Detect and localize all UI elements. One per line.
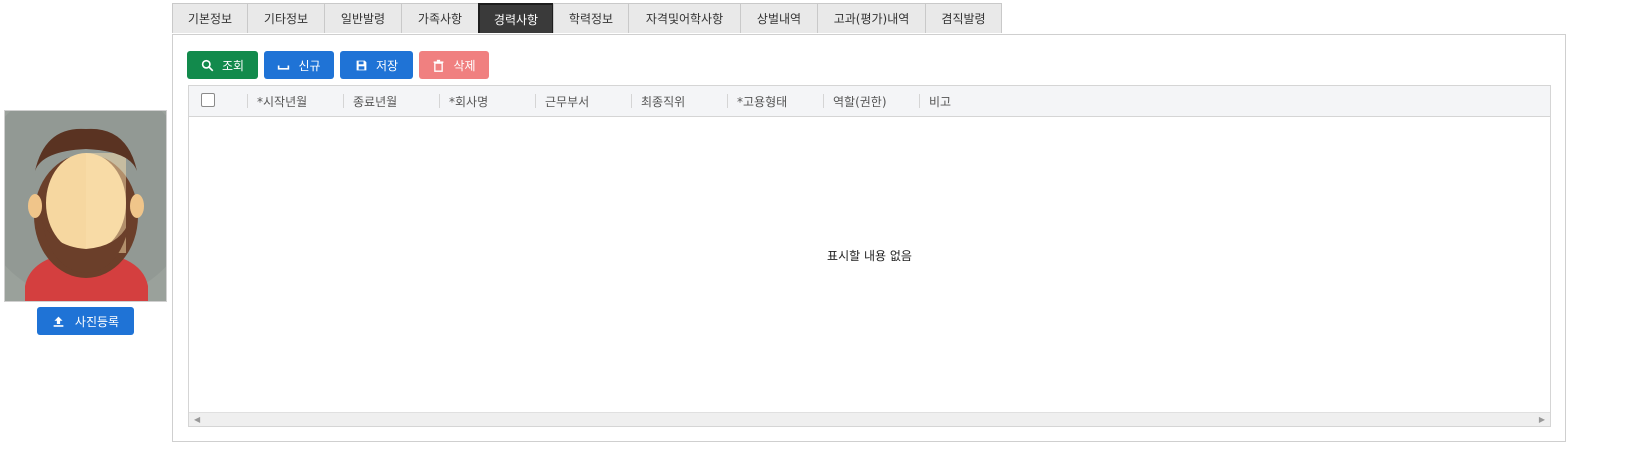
column-header[interactable]: 종료년월: [343, 86, 439, 116]
tab-family[interactable]: 가족사항: [401, 3, 479, 33]
space-bar-icon: [278, 65, 290, 70]
empty-message: 표시할 내용 없음: [827, 249, 912, 263]
column-header[interactable]: *시작년월: [247, 86, 343, 116]
upload-icon: [53, 316, 64, 327]
career-grid: *시작년월 종료년월 *회사명 근무부서 최종직위 *고용형태 역할(권한) 비…: [188, 85, 1551, 427]
new-button-label: 신규: [298, 58, 321, 73]
tab-rewards-penalties[interactable]: 상벌내역: [740, 3, 818, 33]
profile-photo: [4, 110, 167, 302]
tab-other-info[interactable]: 기타정보: [247, 3, 325, 33]
trash-icon: [434, 59, 444, 72]
save-button[interactable]: 저장: [340, 51, 413, 79]
column-header[interactable]: *회사명: [439, 86, 535, 116]
toolbar: 조회 신규 저장 삭제: [187, 51, 489, 79]
column-header[interactable]: 근무부서: [535, 86, 631, 116]
tab-bar: 기본정보 기타정보 일반발령 가족사항 경력사항 학력정보 자격및어학사항 상벌…: [172, 3, 1002, 34]
tab-education[interactable]: 학력정보: [553, 3, 629, 33]
tab-career[interactable]: 경력사항: [478, 3, 554, 33]
photo-upload-button[interactable]: 사진등록: [37, 307, 134, 335]
scroll-left-icon[interactable]: ◀: [194, 415, 200, 424]
floppy-disk-icon: [356, 60, 367, 70]
tab-evaluation[interactable]: 고과(평가)내역: [817, 3, 926, 33]
column-header[interactable]: *고용형태: [727, 86, 823, 116]
save-button-label: 저장: [375, 58, 399, 73]
search-button[interactable]: 조회: [187, 51, 258, 79]
column-header[interactable]: 비고: [919, 86, 1015, 116]
delete-button[interactable]: 삭제: [419, 51, 489, 79]
new-button[interactable]: 신규: [264, 51, 334, 79]
column-header[interactable]: 최종직위: [631, 86, 727, 116]
horizontal-scrollbar[interactable]: ◀ ▶: [189, 412, 1550, 426]
photo-upload-label: 사진등록: [74, 314, 120, 329]
scroll-right-icon[interactable]: ▶: [1539, 415, 1545, 424]
tab-basic-info[interactable]: 기본정보: [172, 3, 248, 33]
career-panel: 조회 신규 저장 삭제 *시작년월 종료년월 *회사명 근무부서 최종직위 *고…: [172, 34, 1566, 442]
tab-certificates-languages[interactable]: 자격및어학사항: [628, 3, 741, 33]
delete-button-label: 삭제: [453, 58, 476, 73]
search-icon: [201, 59, 214, 71]
select-all-checkbox[interactable]: [201, 93, 215, 107]
grid-header: *시작년월 종료년월 *회사명 근무부서 최종직위 *고용형태 역할(권한) 비…: [189, 86, 1550, 117]
avatar-placeholder-icon: [5, 111, 166, 301]
tab-general-appointment[interactable]: 일반발령: [324, 3, 402, 33]
search-button-label: 조회: [221, 58, 245, 73]
tab-concurrent-appointment[interactable]: 겸직발령: [925, 3, 1002, 33]
column-header[interactable]: 역할(권한): [823, 86, 919, 116]
